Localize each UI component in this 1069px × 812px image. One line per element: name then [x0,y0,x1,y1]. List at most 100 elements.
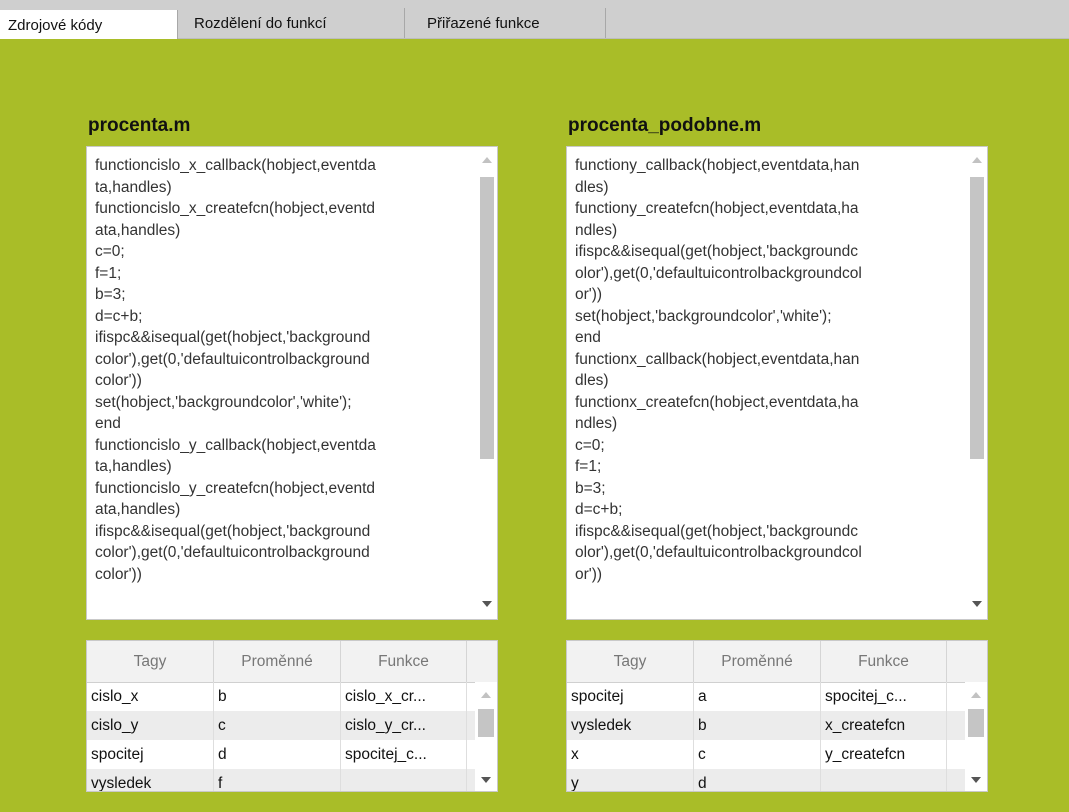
code-line: color')) [95,372,142,389]
code-line: color'),get(0,'defaultuicontrolbackgroun… [95,544,370,561]
scroll-down-icon[interactable] [971,777,981,783]
scroll-thumb[interactable] [480,177,494,459]
left-code-textarea[interactable]: functioncislo_x_callback(hobject,eventda… [86,146,498,620]
cell-function [341,769,467,791]
tab-prirazene-funkce[interactable]: Přiřazené funkce [405,8,606,38]
column-header-promenne[interactable]: Proměnné [214,641,341,682]
left-info-table: Tagy Proměnné Funkce cislo_x b cislo_x_c… [86,640,498,792]
tab-zdrojove-kody[interactable]: Zdrojové kódy [0,10,178,39]
code-line: olor'),get(0,'defaultuicontrolbackground… [575,264,862,282]
code-line: d=c+b; [575,501,623,518]
code-line: functioncislo_y_callback(hobject,eventda [95,436,376,454]
column-header-tagy[interactable]: Tagy [567,641,694,682]
tab-label: Rozdělení do funkcí [194,15,327,32]
code-line: functioncislo_x_createfcn(hobject,eventd [95,200,376,217]
code-line: ta,handles) [95,178,172,196]
column-header-funkce[interactable]: Funkce [341,641,467,682]
cell-function: x_createfcn [821,711,947,740]
left-code-scrollbar[interactable] [477,147,497,619]
code-line: dles) [575,178,609,196]
cell-variable: b [214,682,341,711]
cell-variable: d [694,769,821,791]
scroll-up-icon[interactable] [972,157,982,163]
right-info-table: Tagy Proměnné Funkce spocitej a spocitej… [566,640,988,792]
cell-variable: f [214,769,341,791]
code-line: b=3; [95,286,126,303]
column-header-funkce[interactable]: Funkce [821,641,947,682]
cell-function [821,769,947,791]
code-line: ndles) [575,415,618,432]
cell-tag: y [567,769,694,791]
scroll-up-icon[interactable] [971,692,981,698]
scroll-thumb[interactable] [970,177,984,459]
cell-tag: vysledek [87,769,214,791]
code-line: functiony_callback(hobject,eventdata,han [575,157,860,174]
right-file-title: procenta_podobne.m [568,115,762,136]
table-row[interactable]: cislo_x b cislo_x_cr... [87,682,475,711]
scroll-up-icon[interactable] [481,692,491,698]
code-line: ifispc&&isequal(get(hobject,'background [95,329,371,346]
code-line: color'),get(0,'defaultuicontrolbackgroun… [95,350,370,368]
code-line: ata,handles) [95,221,181,239]
cell-tag: spocitej [567,682,694,711]
cell-tag: cislo_y [87,711,214,740]
scroll-thumb[interactable] [478,709,494,737]
cell-function: spocitej_c... [341,740,467,769]
table-row[interactable]: spocitej d spocitej_c... [87,740,475,769]
right-code-text: functiony_callback(hobject,eventdata,han… [575,155,961,585]
scroll-down-icon[interactable] [481,777,491,783]
tab-label: Přiřazené funkce [427,15,540,32]
column-header-promenne[interactable]: Proměnné [694,641,821,682]
tab-label: Zdrojové kódy [8,17,103,34]
table-header: Tagy Proměnné Funkce [87,641,497,683]
cell-variable: d [214,740,341,769]
right-code-scrollbar[interactable] [967,147,987,619]
code-line: ndles) [575,221,618,239]
cell-variable: a [694,682,821,711]
cell-function: y_createfcn [821,740,947,769]
table-row[interactable]: cislo_y c cislo_y_cr... [87,711,475,740]
table-row[interactable]: vysledek b x_createfcn [567,711,965,740]
code-line: olor'),get(0,'defaultuicontrolbackground… [575,544,862,561]
code-line: d=c+b; [95,307,143,325]
tab-rozdeleni-do-funkci[interactable]: Rozdělení do funkcí [178,8,405,38]
code-line: functionx_callback(hobject,eventdata,han [575,350,860,368]
cell-function: cislo_y_cr... [341,711,467,740]
cell-variable: c [694,740,821,769]
code-line: end [575,329,601,346]
cell-variable: c [214,711,341,740]
cell-tag: spocitej [87,740,214,769]
code-line: ta,handles) [95,458,172,475]
cell-tag: x [567,740,694,769]
code-line: f=1; [95,264,122,282]
code-line: dles) [575,372,609,389]
code-line: ata,handles) [95,501,181,518]
right-code-textarea[interactable]: functiony_callback(hobject,eventdata,han… [566,146,988,620]
table-row[interactable]: spocitej a spocitej_c... [567,682,965,711]
code-line: color')) [95,565,142,583]
scroll-up-icon[interactable] [482,157,492,163]
cell-tag: vysledek [567,711,694,740]
right-table-scrollbar[interactable] [965,682,987,791]
table-header: Tagy Proměnné Funkce [567,641,987,683]
scroll-thumb[interactable] [968,709,984,737]
code-line: b=3; [575,479,606,497]
cell-function: cislo_x_cr... [341,682,467,711]
code-line: c=0; [575,436,605,454]
code-line: functioncislo_y_createfcn(hobject,eventd [95,479,376,497]
scroll-down-icon[interactable] [482,601,492,607]
table-row[interactable]: x c y_createfcn [567,740,965,769]
table-row[interactable]: vysledek f [87,769,475,791]
scroll-down-icon[interactable] [972,601,982,607]
code-line: set(hobject,'backgroundcolor','white'); [575,307,832,325]
cell-tag: cislo_x [87,682,214,711]
table-row[interactable]: y d [567,769,965,791]
code-line: or')) [575,565,603,583]
left-table-scrollbar[interactable] [475,682,497,791]
code-line: or')) [575,286,603,303]
code-line: functiony_createfcn(hobject,eventdata,ha [575,200,859,217]
tab-bar: Zdrojové kódy Rozdělení do funkcí Přiřaz… [0,0,1069,39]
code-line: functioncislo_x_callback(hobject,eventda [95,157,376,174]
code-line: functionx_createfcn(hobject,eventdata,ha [575,393,859,411]
column-header-tagy[interactable]: Tagy [87,641,214,682]
